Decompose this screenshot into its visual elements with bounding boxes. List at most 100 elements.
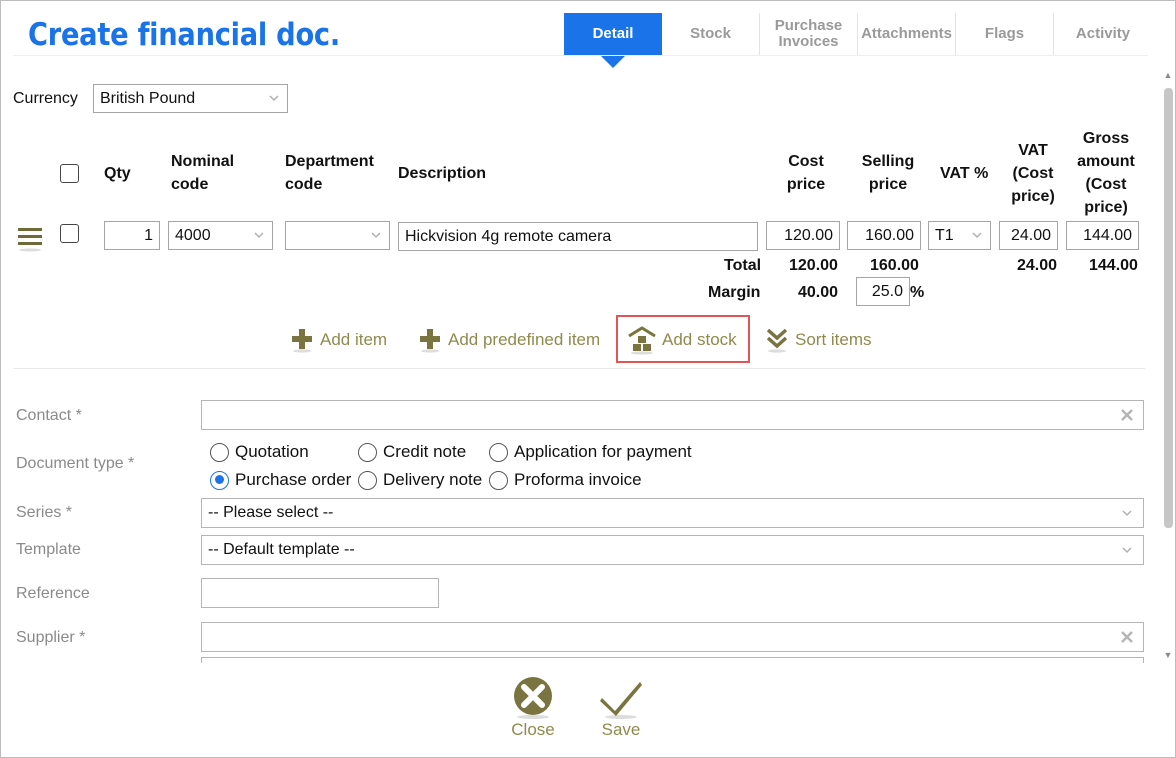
margin-percent-input[interactable]: 25.0 [856, 277, 910, 306]
plus-icon [420, 329, 440, 353]
vat-code-select[interactable]: T1 [928, 221, 991, 250]
header-vat-cost: VAT (Cost price) [1011, 142, 1055, 205]
chevron-down-icon [972, 232, 982, 239]
radio-proforma-invoice[interactable]: Proforma invoice [489, 470, 642, 490]
radio-delivery-note[interactable]: Delivery note [358, 470, 482, 490]
reference-label: Reference [16, 585, 90, 602]
add-item-label: Add item [320, 330, 388, 349]
radio-circle [210, 442, 229, 462]
vat-cost-input[interactable]: 24.00 [999, 221, 1058, 250]
clear-icon[interactable] [1120, 630, 1134, 644]
template-label: Template [16, 541, 81, 558]
nominal-code-select[interactable]: 4000 [168, 221, 273, 250]
radio-credit-note-label: Credit note [383, 442, 467, 461]
tab-activity[interactable]: Activity [1054, 13, 1152, 55]
header-divider [13, 55, 1148, 56]
radio-circle [489, 442, 508, 462]
supplier-label: Supplier * [16, 629, 86, 646]
drag-handle-icon[interactable] [18, 226, 44, 252]
section-divider [13, 368, 1145, 369]
chevron-down-icon [1122, 547, 1132, 554]
close-button[interactable]: Close [508, 676, 558, 740]
template-select[interactable]: -- Default template -- [201, 535, 1144, 565]
vat-code-value: T1 [935, 226, 954, 244]
row-checkbox[interactable] [60, 224, 79, 243]
header-gross-amount: Gross amount (Cost price) [1077, 130, 1135, 216]
sort-items-label: Sort items [795, 330, 872, 349]
description-input[interactable]: Hickvision 4g remote camera [398, 222, 758, 251]
tab-attachments[interactable]: Attachments [858, 13, 956, 55]
close-icon [514, 677, 552, 719]
chevron-down-icon [1122, 510, 1132, 517]
tab-bar: Detail Stock Purchase Invoices Attachmen… [564, 13, 1152, 68]
total-vat-cost: 24.00 [1017, 257, 1058, 274]
header-cost-price: Cost price [786, 153, 826, 193]
currency-select[interactable]: British Pound [93, 84, 288, 113]
tab-flags[interactable]: Flags [956, 13, 1054, 55]
scroll-down-icon[interactable]: ▼ [1163, 650, 1173, 660]
radio-circle [489, 470, 508, 490]
vertical-scrollbar[interactable]: ▲ ▼ [1161, 66, 1175, 664]
margin-label: Margin [708, 284, 761, 301]
template-value: -- Default template -- [208, 541, 355, 558]
clear-icon[interactable] [1120, 408, 1134, 422]
radio-circle [358, 470, 377, 490]
radio-circle-selected [210, 470, 229, 490]
contact-field[interactable] [201, 400, 1144, 430]
save-label: Save [601, 720, 641, 739]
close-label: Close [511, 720, 555, 739]
document-type-label: Document type * [16, 455, 135, 472]
margin-percent-sign: % [910, 284, 925, 301]
margin-amount: 40.00 [798, 284, 839, 301]
scroll-up-icon[interactable]: ▲ [1163, 70, 1173, 80]
header-description: Description [398, 165, 487, 182]
double-chevron-down-icon [766, 328, 788, 353]
checkmark-icon [600, 682, 642, 719]
selling-price-input[interactable]: 160.00 [847, 221, 921, 250]
series-select[interactable]: -- Please select -- [201, 498, 1144, 528]
radio-delivery-note-label: Delivery note [383, 470, 483, 489]
radio-circle [358, 442, 377, 462]
tab-stock[interactable]: Stock [662, 13, 760, 55]
radio-quotation[interactable]: Quotation [210, 442, 309, 462]
chevron-down-icon [371, 232, 381, 239]
header-qty: Qty [104, 165, 131, 182]
add-item-button[interactable]: Add item [290, 327, 387, 353]
header-nominal-code: Nominal code [171, 153, 235, 193]
cost-price-input[interactable]: 120.00 [766, 221, 840, 250]
currency-value: British Pound [100, 89, 196, 107]
total-cost-price: 120.00 [789, 257, 838, 274]
total-selling-price: 160.00 [870, 257, 919, 274]
save-button[interactable]: Save [598, 676, 644, 740]
add-predefined-item-label: Add predefined item [448, 330, 601, 349]
gross-amount-input[interactable]: 144.00 [1066, 221, 1139, 250]
sort-items-button[interactable]: Sort items [765, 327, 872, 353]
radio-application-for-payment-label: Application for payment [514, 442, 692, 461]
chevron-down-icon [254, 232, 264, 239]
select-all-checkbox[interactable] [60, 164, 79, 183]
radio-application-for-payment[interactable]: Application for payment [489, 442, 692, 462]
nominal-code-value: 4000 [175, 226, 211, 244]
tab-detail[interactable]: Detail [564, 13, 662, 68]
next-field-edge [201, 657, 1144, 663]
scrollbar-thumb[interactable] [1164, 88, 1173, 528]
total-label: Total [724, 257, 762, 274]
header-department-code: Department code [285, 153, 374, 193]
add-stock-highlight [616, 315, 750, 363]
radio-purchase-order[interactable]: Purchase order [210, 470, 351, 490]
page-title: Create financial doc. [28, 17, 340, 53]
radio-proforma-invoice-label: Proforma invoice [514, 470, 642, 489]
supplier-field[interactable] [201, 622, 1144, 652]
radio-quotation-label: Quotation [235, 442, 309, 461]
series-label: Series * [16, 504, 73, 521]
tab-purchase-invoices[interactable]: Purchase Invoices [760, 13, 858, 55]
contact-label: Contact * [16, 407, 82, 424]
qty-input[interactable]: 1 [104, 221, 160, 250]
radio-credit-note[interactable]: Credit note [358, 442, 466, 462]
department-code-select[interactable] [285, 221, 390, 250]
reference-input[interactable] [201, 578, 439, 608]
plus-icon [292, 329, 312, 353]
add-predefined-item-button[interactable]: Add predefined item [418, 327, 600, 353]
currency-label: Currency [13, 90, 78, 107]
header-vat-pct: VAT % [940, 165, 989, 182]
